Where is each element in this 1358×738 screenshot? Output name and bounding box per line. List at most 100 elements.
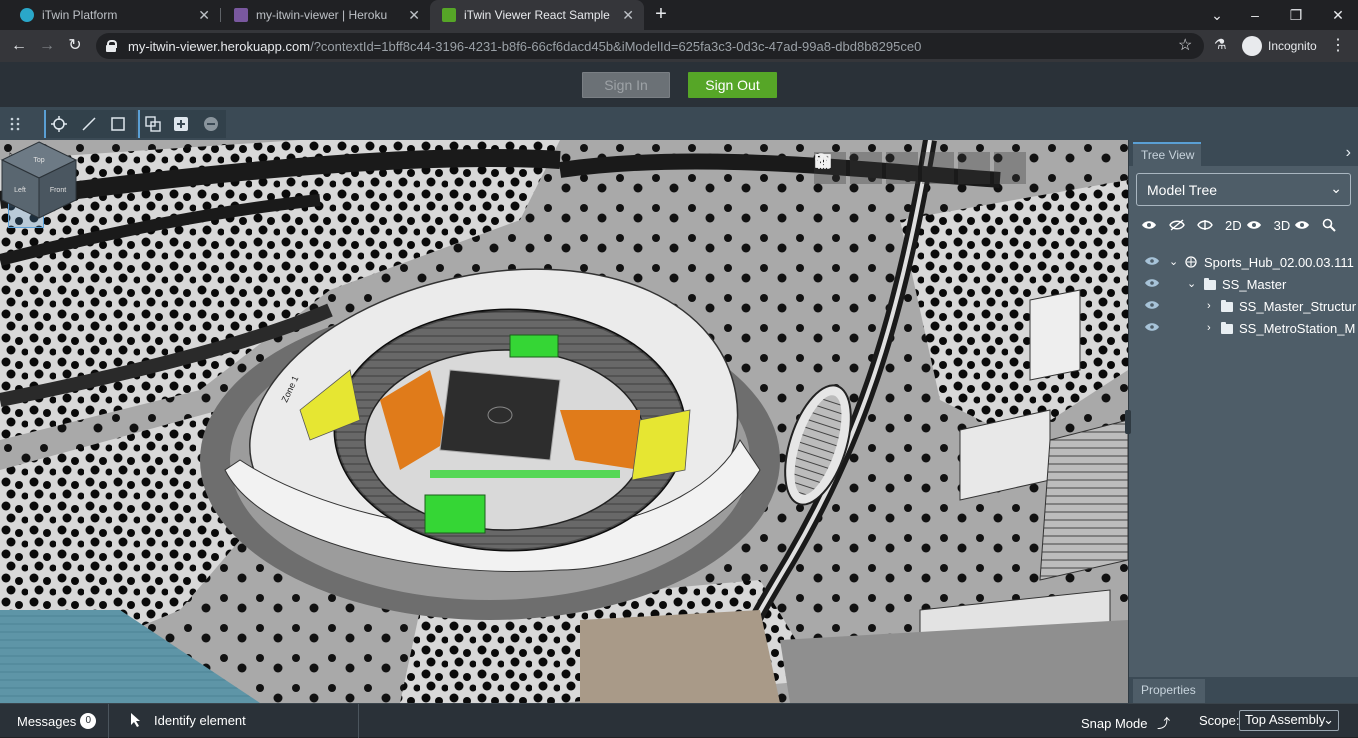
tab-search-icon[interactable]: ⌄ bbox=[1206, 4, 1228, 26]
minimize-icon[interactable]: – bbox=[1244, 4, 1266, 26]
toggle-2d-label: 2D bbox=[1225, 217, 1242, 233]
tab-close-icon[interactable]: ✕ bbox=[198, 7, 210, 24]
zoom-out-icon[interactable] bbox=[198, 111, 224, 137]
clear-measure-icon[interactable] bbox=[140, 111, 166, 137]
tree-node-ss-master-structure[interactable]: › SS_Master_Structur bbox=[1129, 295, 1358, 317]
tree-search-icon[interactable] bbox=[1322, 218, 1336, 232]
new-tab-button[interactable]: + bbox=[650, 4, 672, 26]
tab-title: iTwin Platform bbox=[42, 8, 118, 22]
view-redo-icon[interactable] bbox=[815, 152, 1026, 184]
tree-type-value: Model Tree bbox=[1147, 182, 1218, 198]
status-bar: Messages 0 Identify element Snap Mode ⤴ … bbox=[0, 703, 1358, 738]
tree-node-label: SS_MetroStation_M bbox=[1239, 320, 1356, 336]
visibility-eye-icon[interactable] bbox=[1145, 278, 1159, 288]
tree-node-label: Sports_Hub_02.00.03.111 bbox=[1204, 254, 1354, 270]
url-host: my-itwin-viewer.herokuapp.com bbox=[128, 38, 311, 54]
zoom-in-icon[interactable] bbox=[168, 111, 194, 137]
forward-icon[interactable]: → bbox=[36, 35, 58, 57]
scope-label: Scope: bbox=[1199, 713, 1240, 728]
tab-close-icon[interactable]: ✕ bbox=[622, 7, 634, 24]
toggle-2d-button[interactable]: 2D bbox=[1225, 218, 1262, 233]
snap-icon: ⤴ bbox=[1157, 716, 1171, 731]
tool-assistance-label: Identify element bbox=[154, 712, 246, 728]
viewport-view-tools bbox=[814, 152, 1026, 184]
navcube-front-label: Front bbox=[50, 187, 66, 194]
browser-menu-icon[interactable]: ⋮ bbox=[1330, 35, 1346, 55]
maximize-icon[interactable]: ❐ bbox=[1285, 4, 1307, 26]
chevron-down-icon[interactable]: ⌄ bbox=[1187, 278, 1199, 290]
sign-out-button[interactable]: Sign Out bbox=[688, 72, 777, 98]
status-separator bbox=[358, 704, 359, 738]
measure-distance-icon[interactable] bbox=[76, 111, 102, 137]
panel-tab-strip: Tree View › bbox=[1129, 140, 1358, 166]
folder-icon bbox=[1221, 322, 1233, 334]
chevron-right-icon[interactable]: › bbox=[1207, 322, 1219, 334]
stadium-model-render bbox=[0, 140, 1128, 703]
snap-mode-button[interactable]: Snap Mode ⤴ bbox=[1081, 713, 1170, 732]
invert-visibility-icon[interactable] bbox=[1197, 219, 1213, 231]
url-bar[interactable]: my-itwin-viewer.herokuapp.com /?contextI… bbox=[96, 33, 1204, 59]
eye-icon bbox=[1246, 221, 1261, 229]
chevron-down-icon: ⌄ bbox=[1323, 712, 1334, 727]
tab-itwin-viewer[interactable]: iTwin Viewer React Sample ✕ bbox=[430, 0, 644, 30]
status-separator bbox=[108, 704, 109, 738]
tab-title: iTwin Viewer React Sample bbox=[464, 8, 610, 22]
measure-ruler-icon[interactable] bbox=[8, 154, 44, 270]
tab-itwin-platform[interactable]: iTwin Platform ✕ bbox=[8, 0, 220, 30]
visibility-eye-icon[interactable] bbox=[1145, 322, 1159, 332]
tool-assistance[interactable]: Identify element bbox=[130, 712, 246, 728]
toggle-3d-label: 3D bbox=[1273, 217, 1291, 233]
itwin-favicon bbox=[20, 8, 34, 22]
browser-address-bar: ← → ↻ my-itwin-viewer.herokuapp.com /?co… bbox=[0, 30, 1358, 62]
browser-tab-bar: iTwin Platform ✕ my-itwin-viewer | Herok… bbox=[0, 0, 1358, 30]
close-window-icon[interactable]: ✕ bbox=[1327, 4, 1349, 26]
labs-flask-icon[interactable]: ⚗ bbox=[1214, 36, 1227, 53]
measure-area-icon[interactable] bbox=[105, 111, 131, 137]
messages-count-badge: 0 bbox=[80, 713, 97, 729]
tree-view-panel: Tree View › Model Tree ⌄ 2D 3D ⌄ Sports_… bbox=[1125, 140, 1358, 703]
cursor-icon bbox=[131, 713, 140, 727]
panel-collapse-chevron-icon[interactable]: › bbox=[1346, 144, 1351, 162]
view-undo-icon[interactable] bbox=[815, 152, 990, 184]
grip-dots-icon[interactable] bbox=[2, 111, 28, 137]
eye-icon bbox=[1295, 221, 1310, 229]
messages-button[interactable]: Messages 0 bbox=[17, 713, 97, 729]
tab-heroku[interactable]: my-itwin-viewer | Heroku ✕ bbox=[222, 0, 430, 30]
scope-value: Top Assembly bbox=[1245, 712, 1326, 727]
sign-in-button[interactable]: Sign In bbox=[582, 72, 670, 98]
measure-point-icon[interactable] bbox=[46, 111, 72, 137]
pan-hand-icon[interactable] bbox=[818, 152, 882, 184]
navcube-left-label: Left bbox=[14, 187, 26, 194]
snap-mode-label: Snap Mode bbox=[1081, 716, 1148, 731]
imodel-icon bbox=[1185, 256, 1197, 268]
show-all-eye-icon[interactable] bbox=[1141, 219, 1157, 231]
visibility-eye-icon[interactable] bbox=[1145, 300, 1159, 310]
tab-tree-view[interactable]: Tree View bbox=[1133, 142, 1201, 166]
window-area-icon[interactable] bbox=[815, 152, 954, 184]
tab-close-icon[interactable]: ✕ bbox=[408, 7, 420, 24]
tree-node-ss-metrostation[interactable]: › SS_MetroStation_M bbox=[1129, 317, 1358, 339]
app-header: Sign In Sign Out bbox=[0, 62, 1358, 107]
tree-node-root[interactable]: ⌄ Sports_Hub_02.00.03.111 bbox=[1129, 251, 1358, 273]
panel-resize-grip[interactable] bbox=[1125, 410, 1131, 434]
tree-type-select[interactable]: Model Tree ⌄ bbox=[1136, 173, 1351, 206]
scope-select[interactable]: Top Assembly ⌄ bbox=[1239, 710, 1339, 731]
hide-all-eye-icon[interactable] bbox=[1169, 219, 1185, 231]
tree-toolbar: 2D 3D bbox=[1141, 214, 1351, 236]
visibility-eye-icon[interactable] bbox=[1145, 256, 1159, 266]
incognito-label[interactable]: Incognito bbox=[1268, 39, 1317, 53]
fit-view-icon[interactable] bbox=[816, 152, 918, 184]
reload-icon[interactable]: ↻ bbox=[64, 35, 86, 57]
tree-node-ss-master[interactable]: ⌄ SS_Master bbox=[1129, 273, 1358, 295]
chevron-down-icon[interactable]: ⌄ bbox=[1169, 256, 1181, 268]
chevron-right-icon[interactable]: › bbox=[1207, 300, 1219, 312]
section-box-icon[interactable] bbox=[8, 153, 44, 312]
toggle-3d-button[interactable]: 3D bbox=[1274, 218, 1311, 233]
tab-properties[interactable]: Properties bbox=[1133, 679, 1205, 703]
3d-viewport[interactable]: Top Left Front Zone 1 bbox=[0, 140, 1128, 703]
viewer-toolbar bbox=[0, 107, 1358, 140]
bookmark-star-icon[interactable]: ☆ bbox=[1178, 35, 1192, 55]
back-icon[interactable]: ← bbox=[8, 35, 30, 57]
navigation-cube[interactable]: Top Left Front bbox=[0, 140, 78, 220]
folder-icon bbox=[1204, 278, 1216, 290]
